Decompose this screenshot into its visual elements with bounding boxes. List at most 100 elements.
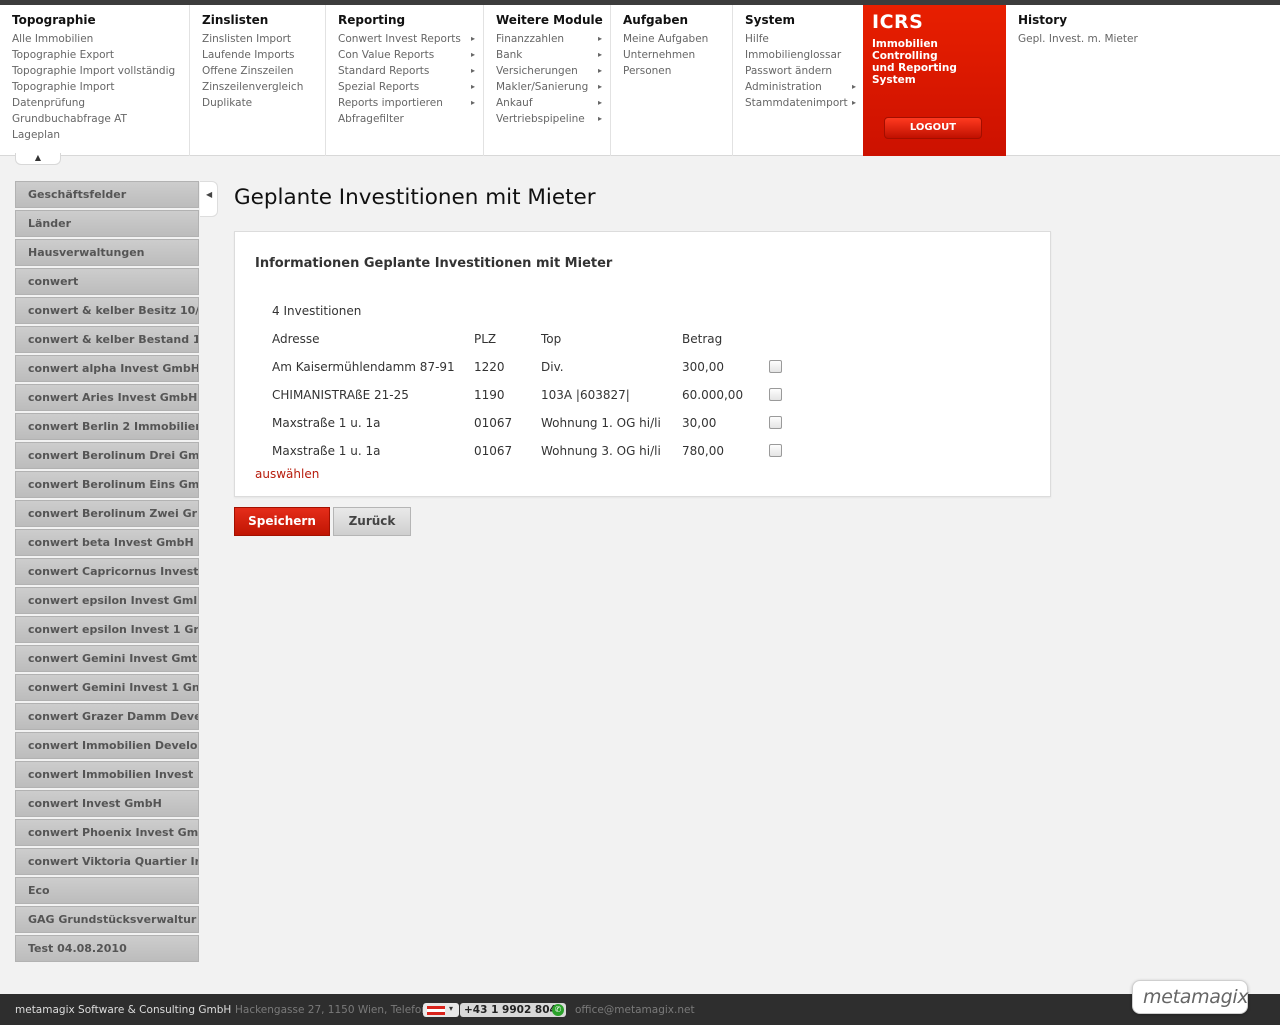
cell-top: 103A |603827| [541,388,630,402]
sidebar-item[interactable]: conwert Grazer Damm Deve [15,703,199,730]
cell-amount: 60.000,00 [682,388,744,402]
sidebar-item[interactable]: conwert Berlin 2 Immobilier [15,413,199,440]
select-link[interactable]: auswählen [255,467,319,481]
sidebar-item[interactable]: Länder [15,210,199,237]
sidebar-item[interactable]: conwert [15,268,199,295]
nav-item-label: Conwert Invest Reports [338,33,461,45]
sidebar-toggle-button[interactable]: ◀ [200,181,218,217]
cell-address: Maxstraße 1 u. 1a [272,416,381,430]
back-button[interactable]: Zurück [333,507,411,536]
nav-item[interactable]: Finanzzahlen ▸ [496,31,610,47]
nav-column-title[interactable]: System [745,13,863,27]
row-checkbox[interactable] [769,360,782,373]
nav-item[interactable]: Standard Reports ▸ [338,63,483,79]
brand-logo: ICRS [872,11,924,33]
sidebar-item[interactable]: conwert Invest GmbH [15,790,199,817]
nav-item[interactable]: Makler/Sanierung ▸ [496,79,610,95]
nav-item[interactable]: Con Value Reports ▸ [338,47,483,63]
sidebar-item[interactable]: conwert alpha Invest GmbH [15,355,199,382]
nav-column-title[interactable]: Weitere Module [496,13,610,27]
nav-item[interactable]: Spezial Reports ▸ [338,79,483,95]
submenu-arrow-icon: ▸ [598,34,603,43]
sidebar-item[interactable]: conwert Capricornus Invest [15,558,199,585]
submenu-arrow-icon: ▸ [852,82,857,91]
nav-item-label: Reports importieren [338,97,443,109]
cell-address: CHIMANISTRAßE 21-25 [272,388,409,402]
phone-number[interactable]: +43 1 9902 804 ✆ [460,1003,566,1017]
nav-column-title[interactable]: Reporting [338,13,483,27]
nav-item[interactable]: Unternehmen [623,47,732,63]
row-checkbox[interactable] [769,416,782,429]
sidebar-item[interactable]: conwert epsilon Invest 1 Gr [15,616,199,643]
submenu-arrow-icon: ▸ [471,66,476,75]
nav-item[interactable]: Conwert Invest Reports ▸ [338,31,483,47]
nav-item[interactable]: Laufende Imports [202,47,325,63]
arrow-up-icon: ▲ [34,153,42,162]
sidebar-item[interactable]: Hausverwaltungen [15,239,199,266]
nav-item[interactable]: Topographie Export [12,47,189,63]
nav-item[interactable]: Topographie Import [12,79,189,95]
nav-item[interactable]: Vertriebspipeline ▸ [496,111,610,127]
sidebar-item[interactable]: Geschäftsfelder [15,181,199,208]
submenu-arrow-icon: ▸ [471,50,476,59]
nav-item[interactable]: Ankauf ▸ [496,95,610,111]
sidebar-item[interactable]: conwert Viktoria Quartier Ir [15,848,199,875]
sidebar-item[interactable]: conwert Gemini Invest 1 Gn [15,674,199,701]
nav-item[interactable]: Datenprüfung [12,95,189,111]
sidebar-item[interactable]: conwert Berolinum Eins Gm [15,471,199,498]
sidebar-item[interactable]: GAG Grundstücksverwaltur [15,906,199,933]
page-title: Geplante Investitionen mit Mieter [234,185,596,210]
nav-item[interactable]: Hilfe [745,31,863,47]
nav-item-label: Administration [745,81,822,93]
sidebar-item[interactable]: conwert epsilon Invest Gml [15,587,199,614]
nav-item[interactable]: Zinslisten Import [202,31,325,47]
row-checkbox[interactable] [769,388,782,401]
nav-item[interactable]: Duplikate [202,95,325,111]
sidebar-item[interactable]: conwert & kelber Besitz 10/ [15,297,199,324]
sidebar-item[interactable]: conwert Immobilien Develo [15,732,199,759]
nav-item[interactable]: Bank ▸ [496,47,610,63]
nav-column-title[interactable]: Aufgaben [623,13,732,27]
collapse-nav-button[interactable]: ▲ [15,153,61,165]
cell-address: Am Kaisermühlendamm 87-91 [272,360,455,374]
nav-column-title[interactable]: Topographie [12,13,189,27]
nav-item[interactable]: Reports importieren ▸ [338,95,483,111]
footer-email[interactable]: office@metamagix.net [575,1004,695,1016]
nav-item[interactable]: Administration ▸ [745,79,863,95]
nav-item[interactable]: Topographie Import vollständig [12,63,189,79]
nav-item[interactable]: Stammdatenimport ▸ [745,95,863,111]
nav-item[interactable]: Lageplan [12,127,189,143]
nav-item[interactable]: Abfragefilter [338,111,483,127]
nav-item[interactable]: Grundbuchabfrage AT [12,111,189,127]
submenu-arrow-icon: ▸ [598,66,603,75]
nav-item[interactable]: Alle Immobilien [12,31,189,47]
nav-column-title[interactable]: History [1018,13,1280,27]
nav-column-title[interactable]: Zinslisten [202,13,325,27]
sidebar-item[interactable]: conwert beta Invest GmbH [15,529,199,556]
nav-item[interactable]: Passwort ändern [745,63,863,79]
sidebar-item[interactable]: conwert Berolinum Drei Gm [15,442,199,469]
nav-item[interactable]: Personen [623,63,732,79]
footer-company: metamagix Software & Consulting GmbH [15,1004,232,1016]
sidebar-item[interactable]: conwert Phoenix Invest Gm [15,819,199,846]
nav-item[interactable]: Offene Zinszeilen [202,63,325,79]
country-selector[interactable]: ▾ [423,1003,459,1017]
sidebar-item[interactable]: conwert Aries Invest GmbH [15,384,199,411]
nav-item[interactable]: Immobilienglossar [745,47,863,63]
sidebar-item[interactable]: conwert & kelber Bestand 1 [15,326,199,353]
sidebar-item[interactable]: Test 04.08.2010 [15,935,199,962]
nav-item-label: Spezial Reports [338,81,420,93]
sidebar-item[interactable]: conwert Berolinum Zwei Gr [15,500,199,527]
sidebar-item[interactable]: conwert Gemini Invest Gmt [15,645,199,672]
row-checkbox[interactable] [769,444,782,457]
nav-item[interactable]: Meine Aufgaben [623,31,732,47]
sidebar-item[interactable]: conwert Immobilien Invest [15,761,199,788]
save-button[interactable]: Speichern [234,507,330,536]
nav-item[interactable]: Zinszeilenvergleich [202,79,325,95]
nav-item[interactable]: Versicherungen ▸ [496,63,610,79]
sidebar-item[interactable]: Eco [15,877,199,904]
nav-item-label: Versicherungen [496,65,578,77]
logout-button[interactable]: LOGOUT [884,117,982,139]
nav-item[interactable]: Gepl. Invest. m. Mieter [1018,31,1280,47]
nav-column-zinslisten: Zinslisten Zinslisten Import Laufende Im… [190,5,326,156]
